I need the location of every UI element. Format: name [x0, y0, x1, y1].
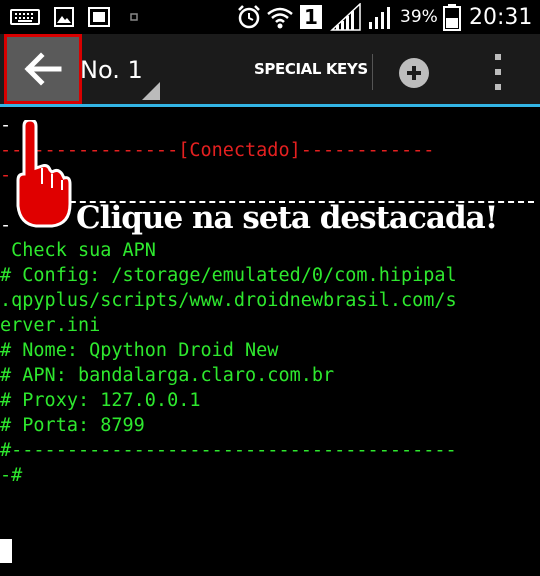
terminal-line: # Nome: Qpython Droid New	[0, 340, 279, 361]
signal-icon	[368, 0, 394, 34]
instruction-caption: Clique na seta destacada!	[76, 200, 498, 236]
terminal-line: -	[0, 215, 12, 236]
terminal-line: erver.ini	[0, 315, 101, 336]
notification-dot-icon	[130, 0, 138, 34]
terminal-line: -	[0, 115, 12, 136]
terminal-cursor	[0, 539, 12, 563]
terminal-line: #---------------------------------------…	[0, 440, 457, 461]
terminal-line: # Proxy: 127.0.0.1	[0, 390, 201, 411]
add-session-button[interactable]	[399, 58, 429, 88]
dropdown-indicator-icon[interactable]	[142, 82, 160, 100]
sim-icon: 1	[300, 0, 322, 34]
terminal-line: .qpyplus/scripts/www.droidnewbrasil.com/…	[0, 290, 457, 311]
terminal-line: # Config: /storage/emulated/0/com.hipipa…	[0, 265, 457, 286]
wifi-icon	[266, 0, 294, 34]
session-title[interactable]: No. 1	[80, 56, 143, 84]
clock: 20:31	[469, 4, 533, 30]
plus-icon	[407, 66, 421, 80]
alarm-icon	[236, 0, 262, 34]
terminal-line: # APN: bandalarga.claro.com.br	[0, 365, 335, 386]
back-button[interactable]	[4, 34, 82, 104]
toolbar-divider	[372, 54, 373, 90]
pointing-hand-icon	[16, 120, 72, 228]
terminal-line: -#	[0, 465, 23, 486]
image-icon	[54, 0, 74, 34]
battery-percent: 39%	[400, 7, 438, 27]
terminal-line: # Porta: 8799	[0, 415, 145, 436]
screenshot-icon	[88, 0, 110, 34]
back-arrow-icon	[24, 52, 62, 86]
sim-number: 1	[300, 5, 322, 29]
overflow-menu-icon[interactable]	[490, 54, 506, 90]
battery-icon	[442, 0, 462, 34]
signal-icon	[330, 0, 362, 34]
keyboard-icon	[10, 0, 40, 34]
special-keys-button[interactable]: SPECIAL KEYS	[254, 60, 368, 78]
terminal-line: Check sua APN	[0, 240, 156, 261]
terminal-line: -	[0, 165, 12, 186]
status-bar: 1 39% 20:31	[0, 0, 540, 34]
